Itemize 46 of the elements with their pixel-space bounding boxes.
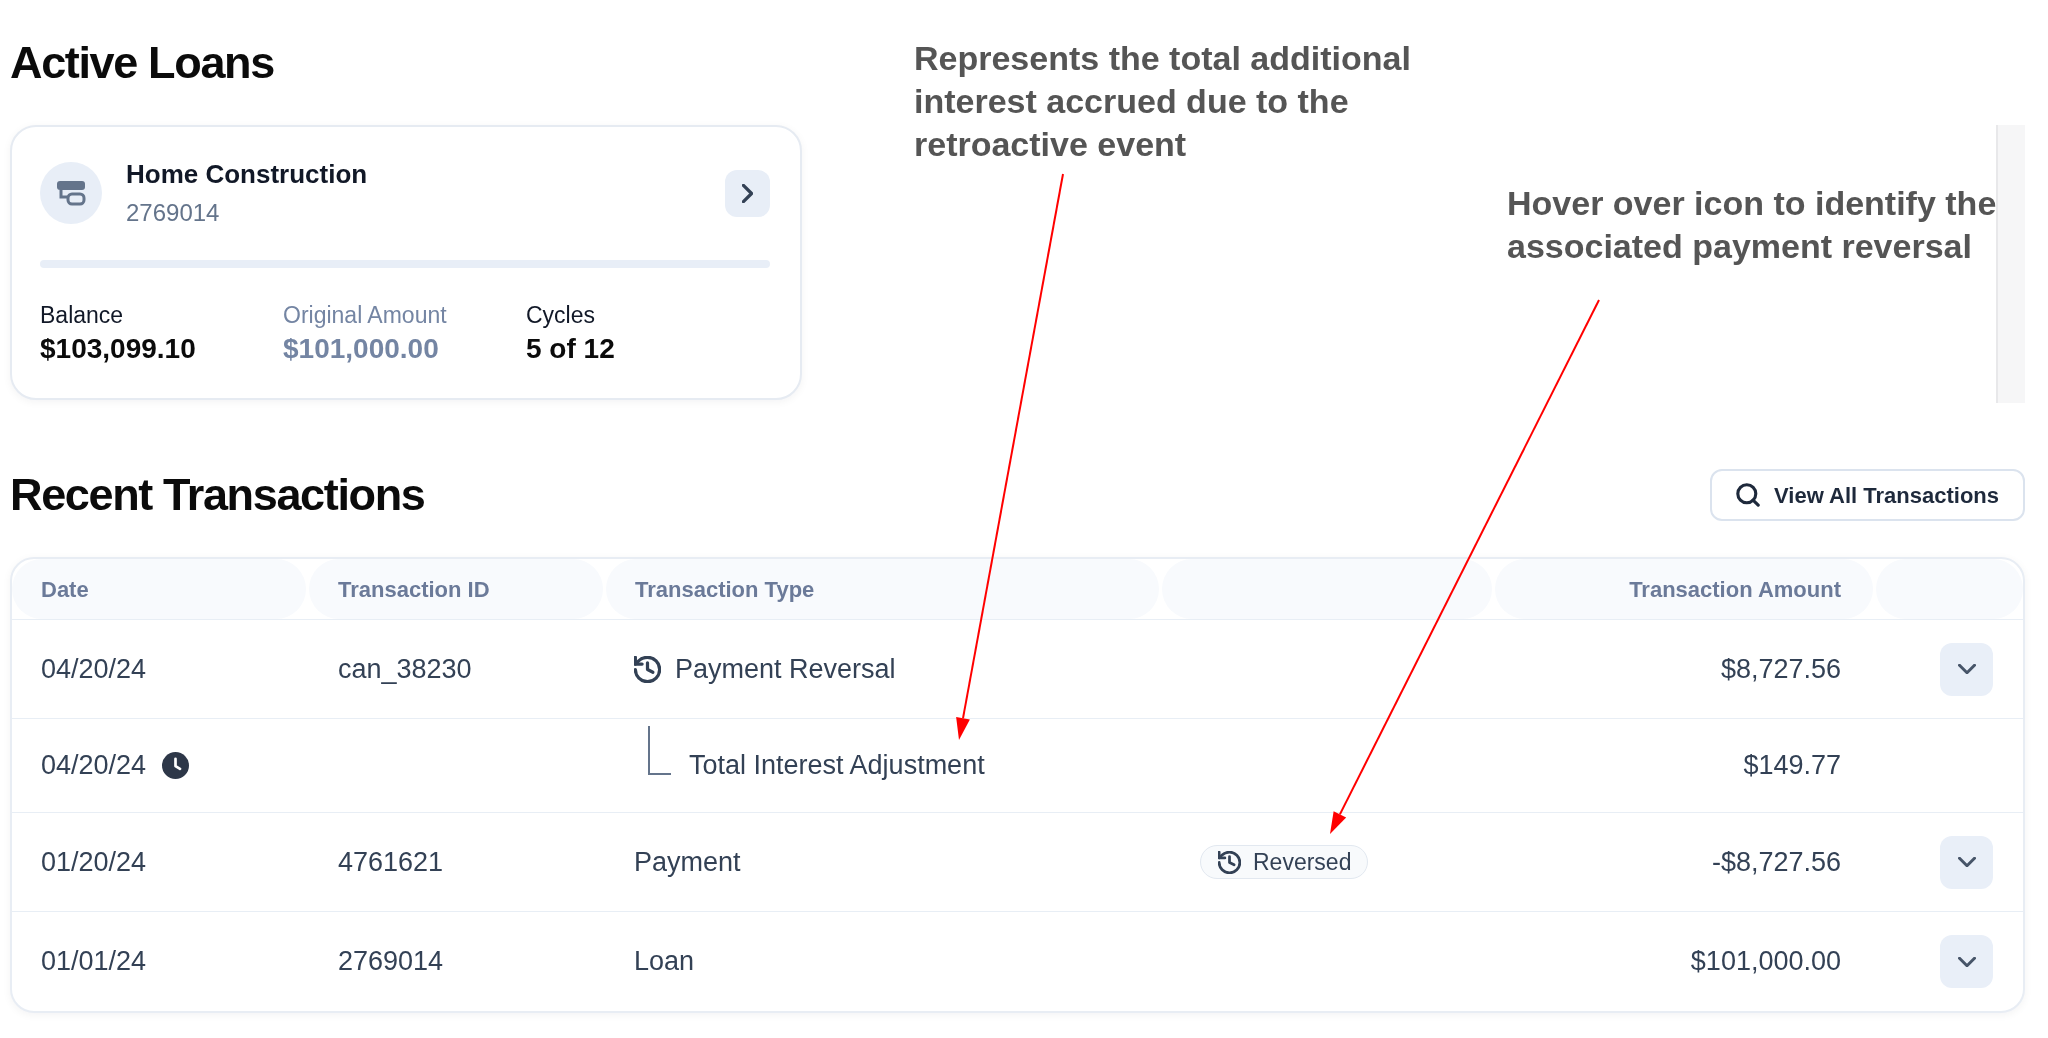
history-icon [634,655,661,683]
stat-label: Balance [40,301,125,329]
chevron-down-icon [1957,664,1976,674]
stat-label: Original Amount [283,301,448,329]
column-header: Transaction Amount [1495,559,1873,619]
annotation-text: Represents the total additional interest accrued due to the retroactive event [914,38,1412,165]
transaction-id-text: 4761621 [338,845,444,879]
chevron-down-icon [1957,956,1976,967]
transaction-type-text: Total Interest Adjustment [689,749,985,783]
search-icon [1736,483,1760,507]
expand-button[interactable] [1940,935,1993,988]
column-header: Date [12,559,306,619]
transaction-id-text: can_38230 [338,652,472,686]
section-title: Recent Transactions [10,471,425,519]
transaction-type-text: Payment [634,845,741,879]
clock-icon [162,752,190,779]
annotation-text: Hover over icon to identify the associated payment reversal [1507,183,1998,267]
stat-label: Cycles [526,301,596,329]
transaction-type-text: Payment Reversal [675,652,896,686]
tree-connector-icon [648,726,671,775]
column-header: Transaction Type [606,559,1159,619]
chevron-down-icon [1957,857,1976,867]
view-all-transactions-button[interactable]: View All Transactions [1710,469,2025,521]
amount-text: -$8,727.56 [1711,845,1841,879]
amount-text: $149.77 [1743,749,1841,783]
stat-value: $101,000.00 [283,332,440,366]
loan-name: Home Construction [126,158,368,190]
expand-button[interactable] [1940,835,1993,889]
expand-button[interactable] [1940,642,1993,696]
column-header: Transaction ID [309,559,603,619]
section-title: Active Loans [10,39,275,87]
transaction-type-text: Loan [634,945,695,979]
stat-value: 5 of 12 [526,332,616,366]
history-icon [1218,850,1241,874]
date-text: 04/20/24 [41,749,147,783]
open-loan-button[interactable] [725,169,770,217]
loan-id: 2769014 [126,198,221,228]
stat-value: $103,099.10 [40,332,197,366]
date-text: 04/20/24 [41,652,147,686]
transaction-id-text: 2769014 [338,945,444,979]
date-text: 01/20/24 [41,845,147,879]
amount-text: $101,000.00 [1690,945,1841,979]
date-text: 01/01/24 [41,945,147,979]
badge-text: Reversed [1253,847,1352,877]
chevron-right-icon [742,183,753,203]
amount-text: $8,727.56 [1720,652,1841,686]
